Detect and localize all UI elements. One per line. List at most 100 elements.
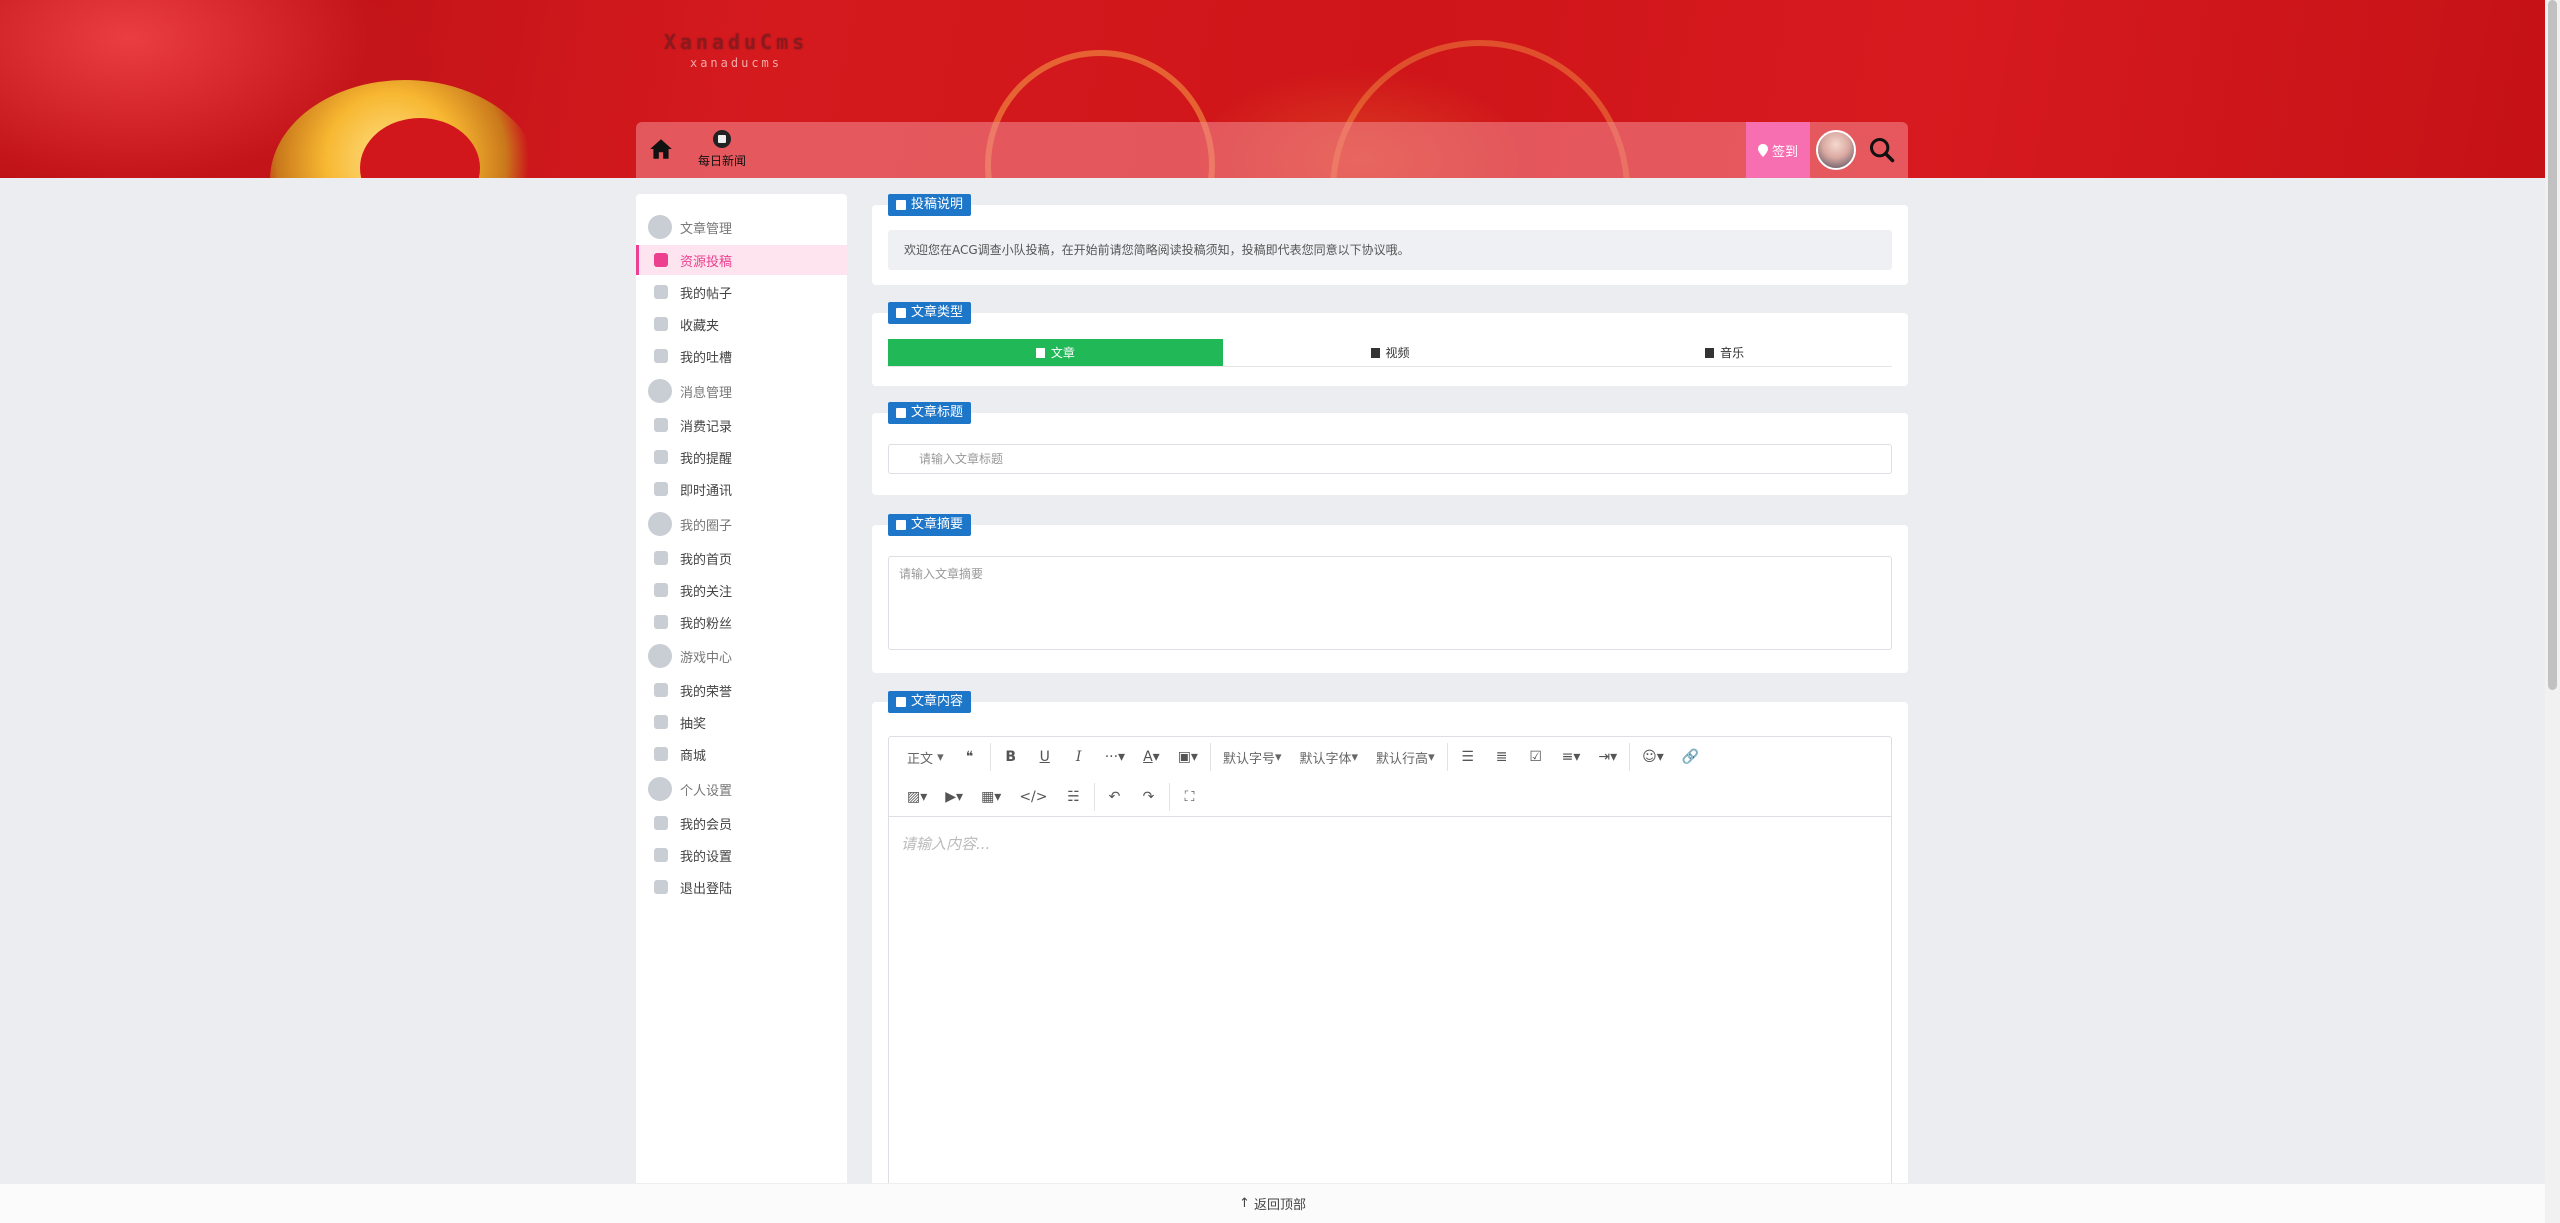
user-avatar[interactable]: [1816, 130, 1856, 170]
heart-icon: [654, 317, 668, 331]
section-title-summary: 文章摘要: [888, 514, 972, 536]
sidebar-group-games[interactable]: 游戏中心: [636, 641, 847, 671]
sidebar-group-settings[interactable]: 个人设置: [636, 774, 847, 804]
background-color-icon[interactable]: ▣▾: [1172, 743, 1204, 771]
numbered-list-icon[interactable]: ≣: [1488, 743, 1516, 771]
music-icon: [1705, 347, 1715, 358]
more-style-icon[interactable]: ···▾: [1099, 743, 1131, 771]
brush-icon: [654, 253, 668, 267]
editor-toolbar-row-2: ▨▾ ▶▾ ▦▾ </> ☵ ↶ ↷ ⛶: [889, 777, 1891, 817]
users-icon: [654, 583, 668, 597]
sidebar-item-fans[interactable]: 我的粉丝: [636, 607, 847, 637]
sidebar-item-spending[interactable]: 消费记录: [636, 410, 847, 440]
nav-daily-news[interactable]: 每日新闻: [694, 130, 750, 174]
site-logo[interactable]: XanaduCms xanaducms: [636, 30, 836, 70]
bullet-list-icon[interactable]: ☰: [1454, 743, 1482, 771]
undo-icon[interactable]: ↶: [1101, 783, 1129, 811]
footer-bar: ↑ 返回顶部: [0, 1183, 2545, 1223]
font-family-dropdown[interactable]: 默认字体 ▾: [1294, 743, 1365, 771]
video-icon[interactable]: ▶▾: [939, 783, 969, 811]
sidebar-item-submit-resource[interactable]: 资源投稿: [636, 245, 847, 275]
sidebar-item-following[interactable]: 我的关注: [636, 575, 847, 605]
underline-icon[interactable]: U: [1031, 743, 1059, 771]
sidebar-group-circle[interactable]: 我的圈子: [636, 509, 847, 539]
section-title-notice: 投稿说明: [888, 194, 972, 216]
gift-icon: [654, 747, 668, 761]
home-button[interactable]: [648, 136, 674, 162]
bold-icon[interactable]: B: [997, 743, 1025, 771]
redo-icon[interactable]: ↷: [1135, 783, 1163, 811]
nav-daily-news-label: 每日新闻: [697, 154, 746, 168]
logo-title: XanaduCms: [663, 30, 809, 54]
sidebar-item-membership[interactable]: 我的会员: [636, 808, 847, 838]
scrollbar-thumb[interactable]: [2548, 0, 2557, 690]
editor-toolbar-row-1: 正文 ▾ ❝ B U I ···▾ A ▾ ▣▾ 默认字号 ▾ 默认字体 ▾ 默认行高…: [889, 737, 1891, 777]
sidebar-item-im[interactable]: 即时通讯: [636, 474, 847, 504]
indent-icon[interactable]: ⇥▾: [1592, 743, 1623, 771]
signin-label: 签到: [1771, 144, 1798, 160]
emoji-icon[interactable]: ☺▾: [1636, 743, 1670, 771]
page-scrollbar[interactable]: [2545, 0, 2560, 1223]
section-title-title: 文章标题: [888, 402, 972, 424]
section-title-type: 文章类型: [888, 302, 972, 324]
paragraph-format-dropdown[interactable]: 正文 ▾: [901, 743, 950, 771]
font-size-dropdown[interactable]: 默认字号 ▾: [1217, 743, 1288, 771]
quote-icon[interactable]: ❝: [956, 743, 984, 771]
line-height-dropdown[interactable]: 默认行高 ▾: [1370, 743, 1441, 771]
search-button[interactable]: [1868, 136, 1896, 164]
fullscreen-icon[interactable]: ⛶: [1176, 783, 1204, 811]
chat-icon: [654, 285, 668, 299]
id-card-icon: [654, 816, 668, 830]
search-icon: [1869, 137, 1895, 163]
type-card: 文章类型 文章 视频 音乐: [872, 302, 1908, 386]
sidebar-item-reminders[interactable]: 我的提醒: [636, 442, 847, 472]
power-icon: [654, 880, 668, 894]
signin-button[interactable]: 签到: [1746, 122, 1810, 178]
comments-icon: [654, 349, 668, 363]
bell-icon: [654, 450, 668, 464]
file-icon: [896, 520, 906, 530]
circle-icon: [648, 512, 672, 536]
gamepad-icon: [648, 644, 672, 668]
news-icon: [713, 130, 731, 148]
code-icon[interactable]: </>: [1013, 783, 1053, 811]
arrow-up-icon: ↑: [1239, 1196, 1250, 1211]
font-color-icon[interactable]: A ▾: [1137, 743, 1166, 771]
link-icon[interactable]: 🔗: [1676, 743, 1705, 771]
type-article-button[interactable]: 文章: [888, 339, 1223, 366]
table-icon[interactable]: ▦▾: [975, 783, 1007, 811]
sidebar-item-my-home[interactable]: 我的首页: [636, 543, 847, 573]
type-video-button[interactable]: 视频: [1223, 339, 1558, 366]
logo-subtitle: xanaducms: [689, 56, 783, 70]
sidebar-item-lottery[interactable]: 抽奖: [636, 707, 847, 737]
article-summary-textarea[interactable]: [888, 556, 1892, 650]
gift-icon: [654, 715, 668, 729]
image-icon[interactable]: ▨▾: [901, 783, 933, 811]
align-icon[interactable]: ≡▾: [1556, 743, 1587, 771]
type-music-button[interactable]: 音乐: [1557, 339, 1892, 366]
file-icon: [1035, 347, 1045, 358]
sidebar-item-logout[interactable]: 退出登陆: [636, 872, 847, 902]
circle-icon: [654, 551, 668, 565]
sidebar-item-my-posts[interactable]: 我的帖子: [636, 277, 847, 307]
user-sidebar: 文章管理 资源投稿 我的帖子 收藏夹 我的吐槽 消息管理 消费记录 我的提醒 即…: [636, 194, 847, 1223]
divider-icon[interactable]: ☵: [1060, 783, 1088, 811]
todo-icon[interactable]: ☑: [1522, 743, 1550, 771]
sidebar-item-favorites[interactable]: 收藏夹: [636, 309, 847, 339]
sidebar-item-my-settings[interactable]: 我的设置: [636, 840, 847, 870]
id-card-icon: [648, 777, 672, 801]
pencil-icon: [896, 200, 906, 210]
type-selector: 文章 视频 音乐: [888, 339, 1892, 367]
users-icon: [654, 615, 668, 629]
editor-placeholder[interactable]: 请输入内容...: [901, 833, 990, 854]
italic-icon[interactable]: I: [1065, 743, 1093, 771]
sidebar-item-my-comments[interactable]: 我的吐槽: [636, 341, 847, 371]
section-title-content: 文章内容: [888, 691, 972, 713]
sidebar-group-messages[interactable]: 消息管理: [636, 376, 847, 406]
sidebar-item-shop[interactable]: 商城: [636, 739, 847, 769]
article-title-input[interactable]: [888, 444, 1892, 474]
file-icon: [896, 408, 906, 418]
sidebar-item-honors[interactable]: 我的荣誉: [636, 675, 847, 705]
back-to-top-button[interactable]: ↑ 返回顶部: [1239, 1194, 1306, 1213]
sidebar-group-article[interactable]: 文章管理: [636, 212, 847, 242]
